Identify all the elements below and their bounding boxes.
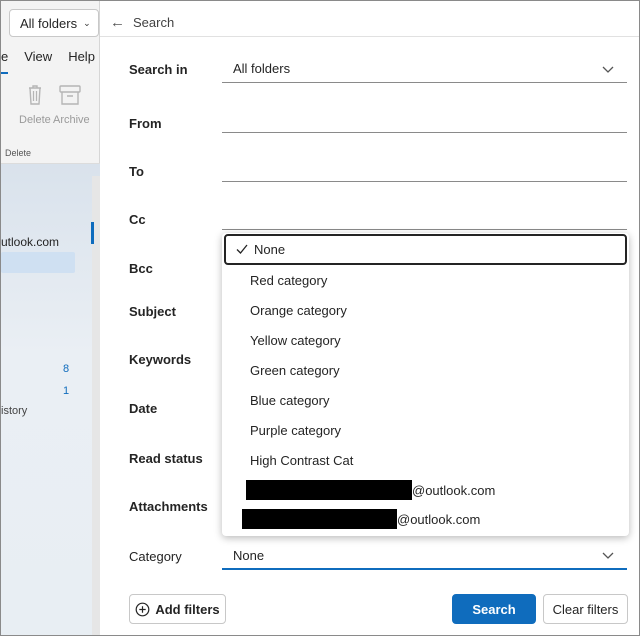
- subject-label: Subject: [129, 304, 176, 319]
- archive-button-label: Archive: [53, 114, 90, 126]
- category-option-none[interactable]: None: [224, 234, 627, 265]
- add-circle-icon: [135, 602, 150, 616]
- search-button[interactable]: Search: [452, 594, 536, 624]
- option-label: None: [254, 242, 286, 257]
- category-option-red[interactable]: Red category: [222, 265, 629, 295]
- folder-scope-button[interactable]: All folders ⌄: [9, 9, 99, 37]
- search-in-value: All folders: [233, 61, 291, 76]
- window: All folders ⌄ e View Help Delete Archive…: [0, 0, 640, 636]
- read-status-label: Read status: [129, 451, 203, 466]
- folder-scope-label: All folders: [20, 15, 78, 31]
- category-option-orange[interactable]: Orange category: [222, 295, 629, 325]
- category-option-purple[interactable]: Purple category: [222, 415, 629, 445]
- folder-scrollbar[interactable]: [92, 176, 100, 635]
- to-input[interactable]: [222, 162, 627, 182]
- clear-filters-button[interactable]: Clear filters: [543, 594, 628, 624]
- archive-icon[interactable]: [56, 81, 84, 109]
- option-label: Purple category: [250, 422, 342, 438]
- from-label: From: [129, 116, 162, 131]
- redacted-block: [242, 509, 397, 529]
- ribbon-group-label: Delete: [5, 148, 32, 158]
- attachments-label: Attachments: [129, 499, 208, 514]
- cc-label: Cc: [129, 212, 146, 227]
- category-select[interactable]: None: [222, 542, 627, 570]
- checkmark-icon: [236, 244, 248, 254]
- folder-item-history[interactable]: istory: [1, 405, 27, 417]
- from-input[interactable]: [222, 113, 627, 133]
- bcc-label: Bcc: [129, 261, 153, 276]
- category-label: Category: [129, 549, 182, 564]
- option-label: Red category: [250, 272, 328, 288]
- tab-help[interactable]: Help: [68, 49, 95, 69]
- chevron-down-icon: [602, 552, 614, 559]
- option-label: Orange category: [250, 302, 347, 318]
- left-app-pane: All folders ⌄ e View Help Delete Archive…: [1, 1, 100, 635]
- tab-home[interactable]: e: [1, 49, 9, 74]
- option-label: Yellow category: [250, 332, 341, 348]
- category-value: None: [233, 547, 265, 563]
- option-label: @outlook.com: [397, 511, 481, 527]
- option-label: High Contrast Cat: [250, 452, 354, 468]
- category-option-yellow[interactable]: Yellow category: [222, 325, 629, 355]
- category-dropdown-list: None Red category Orange category Yellow…: [222, 233, 629, 536]
- account-name[interactable]: utlook.com: [1, 235, 59, 249]
- delete-icon[interactable]: [21, 81, 49, 109]
- category-option-green[interactable]: Green category: [222, 355, 629, 385]
- category-option-account[interactable]: @outlook.com: [222, 475, 629, 505]
- search-title: Search: [133, 15, 175, 30]
- category-option-high-contrast[interactable]: High Contrast Cat: [222, 445, 629, 475]
- keywords-label: Keywords: [129, 352, 192, 367]
- tab-view[interactable]: View: [24, 49, 52, 69]
- category-option-blue[interactable]: Blue category: [222, 385, 629, 415]
- scroll-indicator: [91, 222, 94, 244]
- option-label: @outlook.com: [412, 482, 496, 498]
- back-arrow-icon[interactable]: ←: [110, 14, 125, 31]
- unread-count: 8: [63, 363, 70, 375]
- add-filters-label: Add filters: [155, 601, 220, 617]
- option-label: Green category: [250, 362, 340, 378]
- unread-count: 1: [63, 385, 70, 397]
- search-header: ← Search: [100, 9, 639, 37]
- search-in-label: Search in: [129, 62, 188, 77]
- to-label: To: [129, 164, 144, 179]
- cc-input[interactable]: [222, 210, 627, 230]
- search-in-select[interactable]: All folders: [222, 55, 627, 83]
- chevron-down-icon: [602, 66, 614, 73]
- add-filters-button[interactable]: Add filters: [129, 594, 226, 624]
- option-label: Blue category: [250, 392, 330, 408]
- date-label: Date: [129, 401, 158, 416]
- chevron-down-icon: ⌄: [83, 17, 91, 28]
- delete-button-label: Delete: [19, 114, 51, 126]
- selected-folder-row[interactable]: [1, 252, 75, 273]
- redacted-block: [246, 480, 412, 500]
- category-option-account[interactable]: @outlook.com: [222, 504, 629, 534]
- ribbon-tabs: e View Help: [1, 49, 95, 74]
